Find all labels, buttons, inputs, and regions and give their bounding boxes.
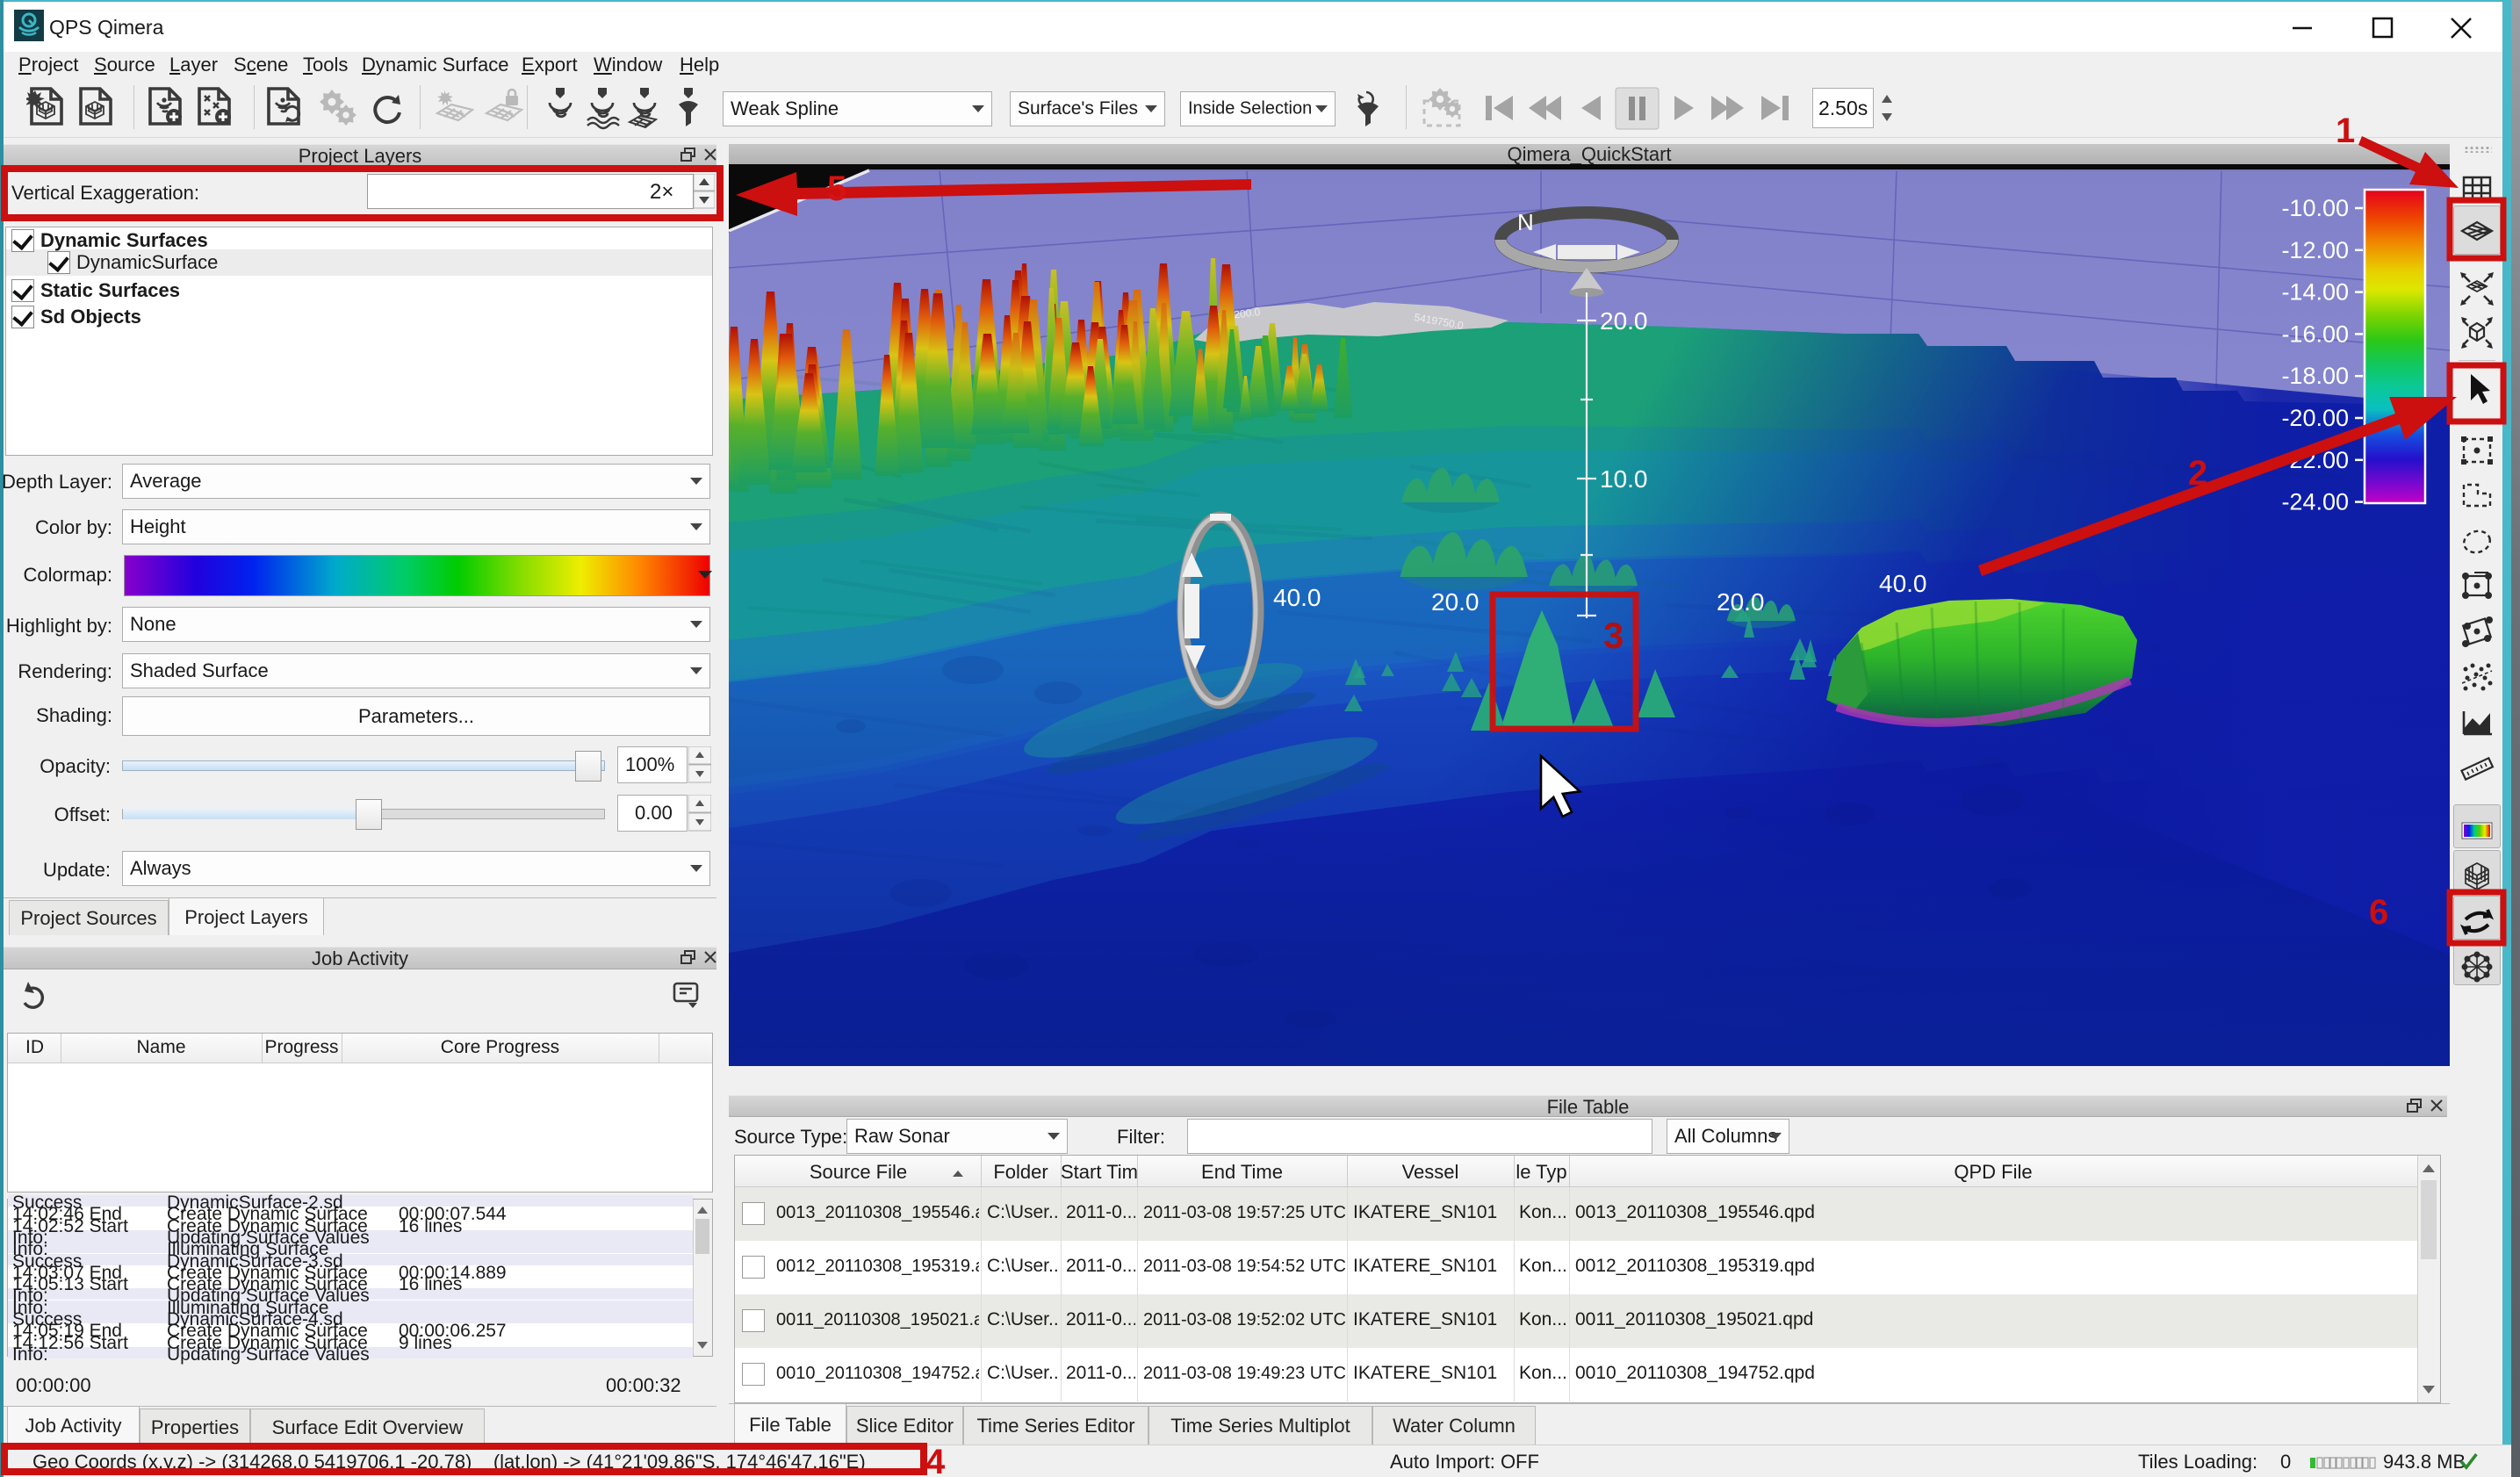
svg-text:-12.00: -12.00: [2281, 237, 2349, 263]
svg-text:-20.00: -20.00: [2281, 405, 2349, 431]
svg-text:-16.00: -16.00: [2281, 321, 2349, 347]
svg-text:-10.00: -10.00: [2281, 195, 2349, 221]
svg-text:40.0: 40.0: [1273, 584, 1321, 611]
svg-text:-18.00: -18.00: [2281, 363, 2349, 389]
svg-text:-22.00: -22.00: [2281, 447, 2349, 473]
svg-text:-24.00: -24.00: [2281, 489, 2349, 515]
svg-text:20.0: 20.0: [1717, 588, 1765, 616]
svg-text:10.0: 10.0: [1600, 465, 1648, 493]
svg-text:20.0: 20.0: [1431, 588, 1480, 616]
svg-text:-14.00: -14.00: [2281, 279, 2349, 306]
svg-text:20.0: 20.0: [1600, 307, 1648, 335]
svg-text:N: N: [1517, 209, 1534, 235]
svg-text:40.0: 40.0: [1879, 570, 1927, 597]
